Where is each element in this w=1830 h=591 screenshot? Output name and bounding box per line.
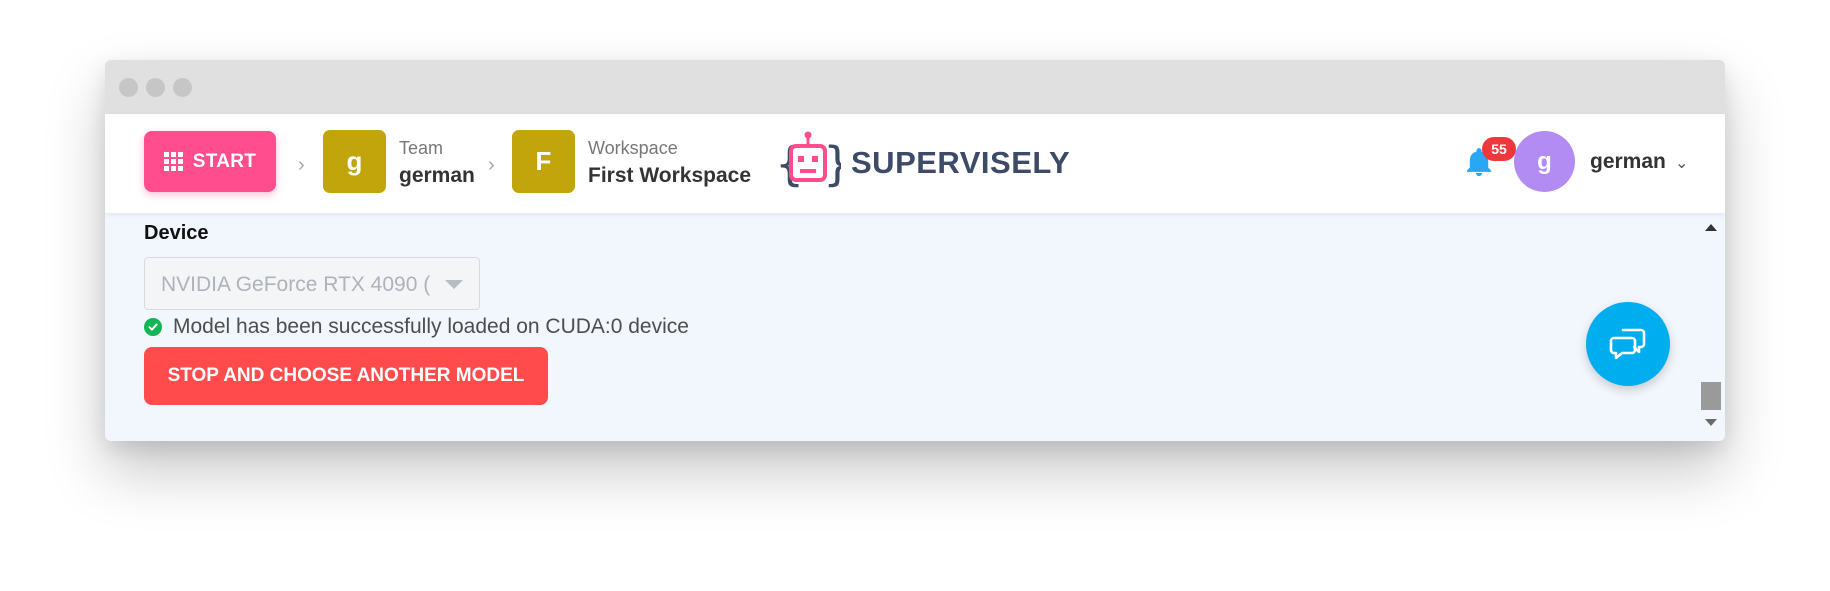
window-titlebar (105, 60, 1725, 114)
chevron-right-icon: › (298, 154, 305, 176)
window-maximize-dot[interactable] (173, 78, 192, 97)
supervisely-logo[interactable]: { } SUPERVISELY (775, 130, 1070, 196)
window-close-dot[interactable] (119, 78, 138, 97)
device-select-value: NVIDIA GeForce RTX 4090 ( (161, 273, 431, 296)
caret-down-icon (445, 280, 463, 289)
vertical-scrollbar[interactable] (1700, 213, 1721, 441)
check-circle-icon (144, 318, 162, 336)
start-button-label: START (192, 150, 257, 172)
logo-text: SUPERVISELY (851, 145, 1071, 180)
robot-logo-icon: { } (775, 131, 841, 191)
start-button[interactable]: START (144, 131, 276, 192)
chevron-down-icon[interactable]: ⌄ (1675, 153, 1688, 173)
device-label: Device (144, 222, 209, 244)
app-window: START › g Team german › F Workspace Firs… (105, 60, 1725, 441)
grid-icon (163, 152, 183, 171)
scrollbar-thumb[interactable] (1701, 382, 1721, 410)
workspace-avatar-tile[interactable]: F (512, 130, 575, 193)
scroll-down-arrow-icon[interactable] (1705, 419, 1717, 426)
window-minimize-dot[interactable] (146, 78, 165, 97)
chat-button[interactable] (1586, 302, 1670, 386)
main-content: Device NVIDIA GeForce RTX 4090 ( Model h… (105, 213, 1725, 441)
team-avatar-tile[interactable]: g (323, 130, 386, 193)
stop-and-choose-model-button[interactable]: STOP AND CHOOSE ANOTHER MODEL (144, 347, 548, 405)
scroll-up-arrow-icon[interactable] (1705, 224, 1717, 231)
device-select[interactable]: NVIDIA GeForce RTX 4090 ( (144, 257, 480, 310)
team-name[interactable]: german (399, 164, 475, 188)
notification-badge: 55 (1482, 137, 1516, 161)
status-message: Model has been successfully loaded on CU… (144, 314, 689, 340)
top-header: START › g Team german › F Workspace Firs… (105, 114, 1725, 213)
workspace-name[interactable]: First Workspace (588, 164, 751, 188)
workspace-caption: Workspace (588, 138, 678, 158)
user-avatar[interactable]: g (1514, 131, 1575, 192)
user-name[interactable]: german (1590, 150, 1666, 174)
team-caption: Team (399, 138, 444, 158)
chat-icon (1609, 328, 1646, 360)
status-text: Model has been successfully loaded on CU… (173, 315, 689, 338)
chevron-right-icon: › (488, 154, 495, 176)
